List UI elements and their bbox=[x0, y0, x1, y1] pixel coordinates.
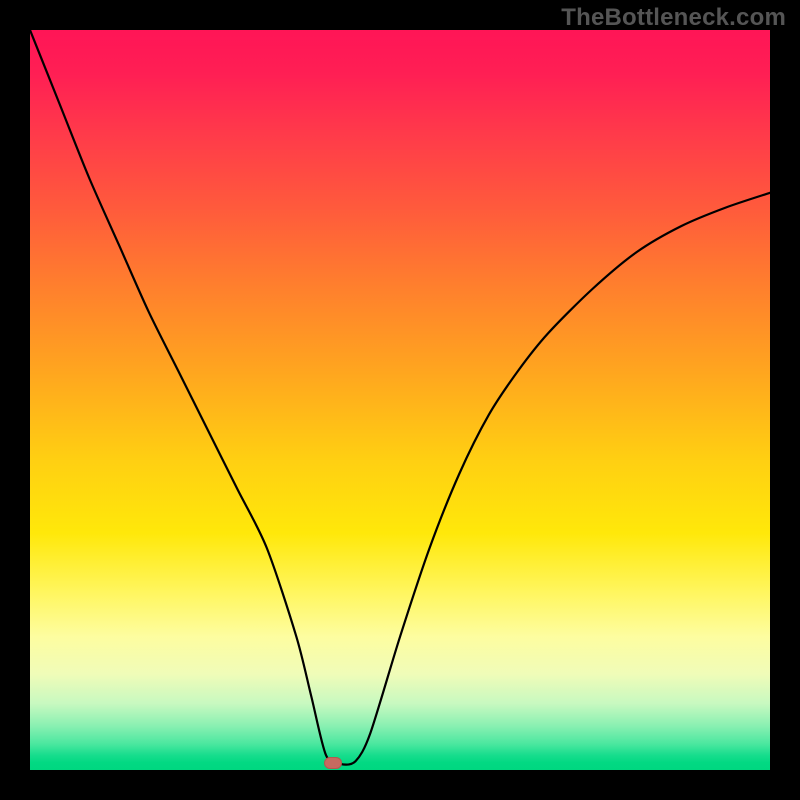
bottleneck-curve bbox=[30, 30, 770, 765]
curve-svg bbox=[30, 30, 770, 770]
plot-area bbox=[30, 30, 770, 770]
chart-frame: TheBottleneck.com bbox=[0, 0, 800, 800]
watermark-text: TheBottleneck.com bbox=[561, 4, 786, 32]
minimum-marker bbox=[324, 757, 342, 769]
